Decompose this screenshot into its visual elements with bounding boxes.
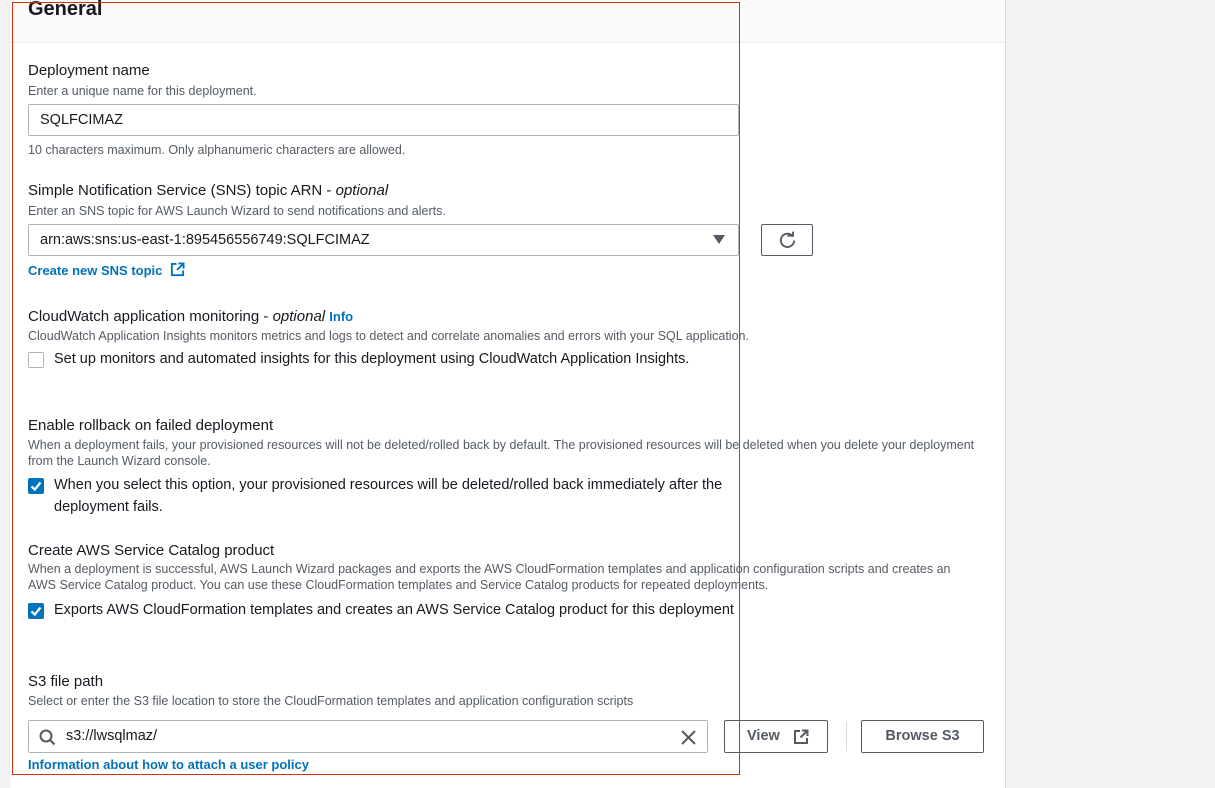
catalog-label: Create AWS Service Catalog product [28, 542, 275, 559]
panel-header: General [10, 0, 1005, 43]
user-policy-info-link[interactable]: Information about how to attach a user p… [28, 756, 309, 774]
cloudwatch-info-link[interactable]: Info [329, 309, 353, 324]
checkmark-icon [30, 481, 42, 492]
create-sns-topic-text: Create new SNS topic [28, 263, 163, 278]
external-link-icon [170, 262, 185, 277]
sns-description: Enter an SNS topic for AWS Launch Wizard… [28, 204, 446, 218]
refresh-icon [779, 231, 796, 248]
search-icon [39, 729, 56, 746]
s3-description: Select or enter the S3 file location to … [28, 694, 634, 708]
deployment-name-value: SQLFCIMAZ [40, 112, 123, 128]
s3-path-input[interactable]: s3://lwsqlmaz/ [28, 720, 708, 753]
rollback-label: Enable rollback on failed deployment [28, 417, 274, 434]
catalog-description: When a deployment is successful, AWS Lau… [28, 562, 951, 592]
catalog-checkbox-label: Exports AWS CloudFormation templates and… [54, 602, 734, 618]
clear-icon[interactable] [681, 730, 696, 745]
cloudwatch-label: CloudWatch application monitoring - opti… [28, 308, 354, 325]
browse-s3-button[interactable]: Browse S3 [861, 720, 984, 753]
deployment-name-description: Enter a unique name for this deployment. [28, 84, 257, 98]
refresh-sns-button[interactable] [761, 224, 813, 256]
checkmark-icon [30, 606, 42, 617]
rollback-checkbox[interactable] [28, 478, 44, 494]
browse-s3-label: Browse S3 [885, 728, 960, 744]
button-divider [846, 722, 847, 751]
create-sns-topic-link[interactable]: Create new SNS topic [28, 262, 185, 280]
caret-down-icon [713, 235, 725, 244]
deployment-name-input[interactable]: SQLFCIMAZ [28, 104, 739, 136]
sns-topic-select[interactable]: arn:aws:sns:us-east-1:895456556749:SQLFC… [28, 224, 739, 256]
external-link-icon [794, 729, 809, 744]
view-s3-button[interactable]: View [724, 720, 828, 753]
view-s3-label: View [747, 728, 780, 744]
cloudwatch-checkbox-label: Set up monitors and automated insights f… [54, 351, 690, 367]
user-policy-info-text: Information about how to attach a user p… [28, 757, 309, 772]
catalog-checkbox[interactable] [28, 603, 44, 619]
panel-title: General [28, 0, 103, 20]
sns-optional: optional [335, 182, 389, 199]
deployment-name-label: Deployment name [28, 62, 150, 79]
deployment-name-hint: 10 characters maximum. Only alphanumeric… [28, 143, 406, 157]
general-panel: General Deployment name Enter a unique n… [9, 0, 1006, 788]
cloudwatch-checkbox[interactable] [28, 352, 44, 368]
s3-label: S3 file path [28, 673, 104, 690]
rollback-checkbox-label: When you select this option, your provis… [54, 477, 723, 515]
cloudwatch-optional: optional [272, 308, 326, 325]
rollback-description: When a deployment fails, your provisione… [28, 438, 975, 468]
sns-label-text: Simple Notification Service (SNS) topic … [28, 182, 323, 199]
s3-path-value: s3://lwsqlmaz/ [66, 728, 158, 744]
sns-topic-value: arn:aws:sns:us-east-1:895456556749:SQLFC… [40, 232, 370, 248]
cloudwatch-description: CloudWatch Application Insights monitors… [28, 329, 749, 343]
sns-label: Simple Notification Service (SNS) topic … [28, 182, 389, 199]
cloudwatch-label-text: CloudWatch application monitoring [28, 308, 260, 325]
